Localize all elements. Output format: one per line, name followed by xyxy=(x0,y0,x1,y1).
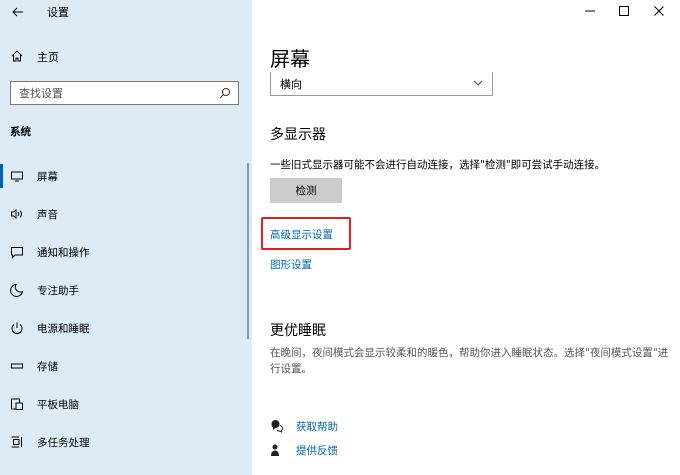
sidebar-item-home[interactable]: 主页 xyxy=(0,44,252,68)
feedback-label: 提供反馈 xyxy=(296,445,338,457)
sidebar-item-label: 多任务处理 xyxy=(37,437,90,449)
minimize-icon[interactable] xyxy=(573,0,607,22)
multi-display-description: 一些旧式显示器可能不会进行自动连接，选择"检测"即可尝试手动连接。 xyxy=(270,159,606,171)
multi-display-heading: 多显示器 xyxy=(270,127,326,143)
advanced-display-link[interactable]: 高级显示设置 xyxy=(270,227,333,242)
sidebar-item-sound[interactable]: 声音 xyxy=(0,201,248,227)
sidebar-item-tablet[interactable]: 平板电脑 xyxy=(0,391,248,417)
notification-icon xyxy=(10,245,24,259)
feedback-icon xyxy=(270,443,284,457)
maximize-icon[interactable] xyxy=(607,0,641,22)
app-title: 设置 xyxy=(47,6,69,19)
sidebar-item-storage[interactable]: 存储 xyxy=(0,353,248,379)
search-input[interactable] xyxy=(11,82,211,104)
multitask-icon xyxy=(10,435,24,449)
sidebar-item-power[interactable]: 电源和睡眠 xyxy=(0,315,248,341)
sidebar-item-multitasking[interactable]: 多任务处理 xyxy=(0,429,248,455)
help-chat-icon xyxy=(270,419,284,433)
active-indicator xyxy=(0,164,3,188)
tablet-icon xyxy=(10,397,24,411)
search-box[interactable] xyxy=(10,81,239,105)
sidebar-item-focus[interactable]: 专注助手 xyxy=(0,277,248,303)
chevron-down-icon xyxy=(472,77,484,89)
page-title: 屏幕 xyxy=(270,47,310,71)
orientation-dropdown[interactable]: 横向 xyxy=(270,72,493,96)
sidebar-item-label: 专注助手 xyxy=(37,285,79,297)
get-help-label: 获取帮助 xyxy=(296,421,338,433)
moon-icon xyxy=(10,283,24,297)
speaker-icon xyxy=(10,207,24,221)
home-label: 主页 xyxy=(37,51,59,64)
sidebar-item-display[interactable]: 屏幕 xyxy=(0,163,248,189)
sidebar: 设置 主页 系统 屏幕 声音 通知和操作 专注助手 xyxy=(0,0,252,475)
monitor-icon xyxy=(10,169,24,183)
sidebar-item-label: 通知和操作 xyxy=(37,247,90,259)
sidebar-item-label: 存储 xyxy=(37,361,58,373)
sleep-description: 在晚间，夜间模式会显示较柔和的暖色，帮助你进入睡眠状态。选择"夜间模式设置"进行… xyxy=(270,347,669,375)
close-icon[interactable] xyxy=(642,0,676,22)
storage-icon xyxy=(10,359,24,373)
orientation-value: 横向 xyxy=(280,78,302,91)
sidebar-item-label: 平板电脑 xyxy=(37,399,79,411)
sidebar-item-label: 电源和睡眠 xyxy=(37,323,90,335)
power-icon xyxy=(10,321,24,335)
back-arrow-icon[interactable] xyxy=(8,3,28,21)
sleep-heading: 更优睡眠 xyxy=(270,323,326,339)
sidebar-item-label: 屏幕 xyxy=(37,171,58,183)
sidebar-item-label: 声音 xyxy=(37,209,58,221)
section-label: 系统 xyxy=(10,126,31,138)
sidebar-scrollbar[interactable] xyxy=(247,163,249,339)
graphics-settings-link[interactable]: 图形设置 xyxy=(270,257,312,272)
detect-button[interactable]: 检测 xyxy=(270,178,342,203)
sidebar-item-notifications[interactable]: 通知和操作 xyxy=(0,239,248,265)
home-icon xyxy=(10,49,24,63)
search-icon[interactable] xyxy=(218,86,232,100)
